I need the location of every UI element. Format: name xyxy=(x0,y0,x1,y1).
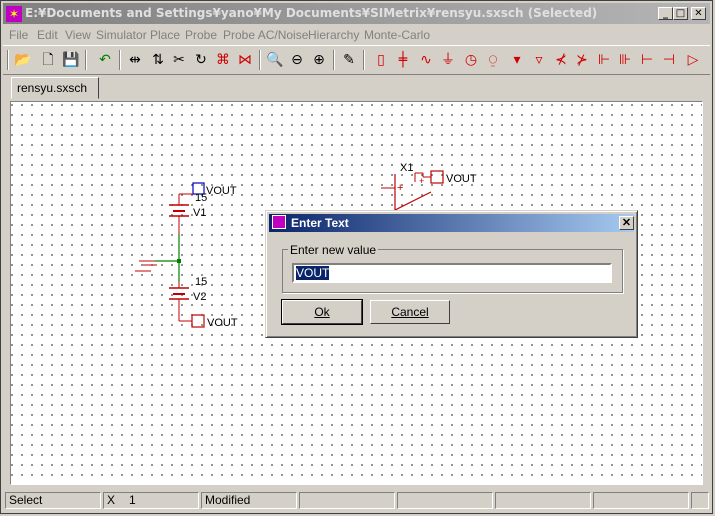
resistor-icon[interactable]: ▯ xyxy=(371,50,391,70)
diode-icon[interactable]: ▾ xyxy=(507,50,527,70)
new-file-icon[interactable]: 🗋 xyxy=(38,50,58,70)
v1-value[interactable]: 15 xyxy=(195,192,207,204)
save-icon[interactable]: 💾 xyxy=(61,50,81,70)
undo-icon[interactable]: ↶ xyxy=(95,50,115,70)
minimize-button[interactable]: _ xyxy=(658,7,673,20)
ok-button-label: Ok xyxy=(314,305,330,319)
toolbar-separator xyxy=(7,50,9,70)
delete-wire-icon[interactable]: ⌘ xyxy=(213,50,233,70)
menu-simulator[interactable]: Simulator xyxy=(96,28,147,42)
dialog-close-button[interactable]: ✕ xyxy=(619,216,634,230)
menu-view[interactable]: View xyxy=(65,28,91,42)
npn-icon[interactable]: ⊀ xyxy=(551,50,571,70)
menu-probe-ac-noise[interactable]: Probe AC/Noise xyxy=(223,28,308,42)
status-x: X1 xyxy=(103,492,199,509)
v2-value[interactable]: 15 xyxy=(195,276,207,288)
current-source-icon[interactable]: ⍜ xyxy=(483,50,503,70)
menu-edit[interactable]: Edit xyxy=(37,28,58,42)
status-panel-7 xyxy=(593,492,689,509)
ground-icon[interactable]: ⏚ xyxy=(438,50,458,70)
toolbar-separator xyxy=(259,50,261,70)
rotate-icon[interactable]: ↻ xyxy=(191,50,211,70)
menu-probe[interactable]: Probe xyxy=(185,28,217,42)
vout-terminal-3[interactable] xyxy=(430,170,444,184)
inductor-icon[interactable]: ∿ xyxy=(416,50,436,70)
menu-place[interactable]: Place xyxy=(150,28,180,42)
dialog-title-bar[interactable]: Enter Text ✕ xyxy=(269,214,634,232)
size-grip[interactable] xyxy=(691,492,709,509)
cancel-button[interactable]: Cancel xyxy=(370,300,450,324)
v2-name[interactable]: V2 xyxy=(193,291,206,303)
status-mode: Select xyxy=(5,492,101,509)
status-x-value: 1 xyxy=(129,493,136,507)
dialog-app-icon xyxy=(272,215,286,229)
window-title: E:¥Documents and Settings¥yano¥My Docume… xyxy=(25,6,598,20)
menu-file[interactable]: File xyxy=(9,28,28,42)
enter-text-dialog: Enter Text ✕ Enter new value Ok Cancel xyxy=(265,210,638,338)
flip-icon[interactable]: ⇅ xyxy=(148,50,168,70)
capacitor-icon[interactable]: ╪ xyxy=(393,50,413,70)
toolbar-separator xyxy=(363,50,365,70)
cut-icon[interactable]: ✂ xyxy=(169,50,189,70)
zoom-out-icon[interactable]: ⊖ xyxy=(287,50,307,70)
app-window: ✶ E:¥Documents and Settings¥yano¥My Docu… xyxy=(0,0,713,514)
status-panel-6 xyxy=(495,492,591,509)
title-bar[interactable]: ✶ E:¥Documents and Settings¥yano¥My Docu… xyxy=(3,3,710,24)
value-input[interactable] xyxy=(292,263,612,283)
vout-label-2[interactable]: VOUT xyxy=(207,317,238,329)
dialog-title: Enter Text xyxy=(291,216,349,230)
status-panel-4 xyxy=(299,492,395,509)
menu-hierarchy[interactable]: Hierarchy xyxy=(308,28,359,42)
toolbar-separator xyxy=(119,50,121,70)
zoom-in-icon[interactable]: ⊕ xyxy=(309,50,329,70)
vout-terminal-2[interactable] xyxy=(191,314,205,328)
status-x-label: X xyxy=(107,493,116,507)
open-folder-icon[interactable]: 📂 xyxy=(13,50,33,70)
toolbar-separator xyxy=(333,50,335,70)
pnp-icon[interactable]: ⊁ xyxy=(572,50,592,70)
pjfet-icon[interactable]: ⊣ xyxy=(659,50,679,70)
junction-dot xyxy=(177,259,181,263)
status-state: Modified xyxy=(201,492,297,509)
delete-icon[interactable]: ⋈ xyxy=(235,50,255,70)
toolbar: 📂 🗋 💾 ↶ ⇹ ⇅ ✂ ↻ ⌘ ⋈ 🔍 ⊖ ⊕ ✎ ▯ ╪ ∿ ⏚ ◷ ⍜ … xyxy=(3,45,710,75)
document-tabs: rensyu.sxsch xyxy=(3,75,710,101)
toolbar-separator xyxy=(85,50,87,70)
ok-button[interactable]: Ok xyxy=(281,299,363,325)
nmos-icon[interactable]: ⊩ xyxy=(594,50,614,70)
opamp-plus-sign: + xyxy=(397,182,403,194)
opamp-icon[interactable]: ▷ xyxy=(683,50,703,70)
vout-label-1[interactable]: VOUT xyxy=(206,185,237,197)
opamp-name[interactable]: X1 xyxy=(400,162,413,174)
status-panel-5 xyxy=(397,492,493,509)
menu-bar: File Edit View Simulator Place Probe Pro… xyxy=(3,26,710,44)
close-button[interactable]: ✕ xyxy=(691,7,706,20)
v1-name[interactable]: V1 xyxy=(193,207,206,219)
zoom-full-icon[interactable]: 🔍 xyxy=(265,50,285,70)
njfet-icon[interactable]: ⊢ xyxy=(637,50,657,70)
value-group-label: Enter new value xyxy=(288,243,379,257)
zener-icon[interactable]: ▿ xyxy=(529,50,549,70)
mirror-icon[interactable]: ⇹ xyxy=(125,50,145,70)
pmos-icon[interactable]: ⊪ xyxy=(615,50,635,70)
maximize-button[interactable]: □ xyxy=(673,7,688,20)
menu-monte-carlo[interactable]: Monte-Carlo xyxy=(364,28,430,42)
cancel-button-label: Cancel xyxy=(391,305,429,319)
app-icon[interactable]: ✶ xyxy=(6,6,22,22)
voltage-source-icon[interactable]: ◷ xyxy=(461,50,481,70)
draw-wire-icon[interactable]: ✎ xyxy=(339,50,359,70)
status-bar: Select X1 Modified xyxy=(3,491,712,511)
tab-rensyu[interactable]: rensyu.sxsch xyxy=(11,77,99,99)
vout-label-3[interactable]: VOUT xyxy=(446,173,477,185)
